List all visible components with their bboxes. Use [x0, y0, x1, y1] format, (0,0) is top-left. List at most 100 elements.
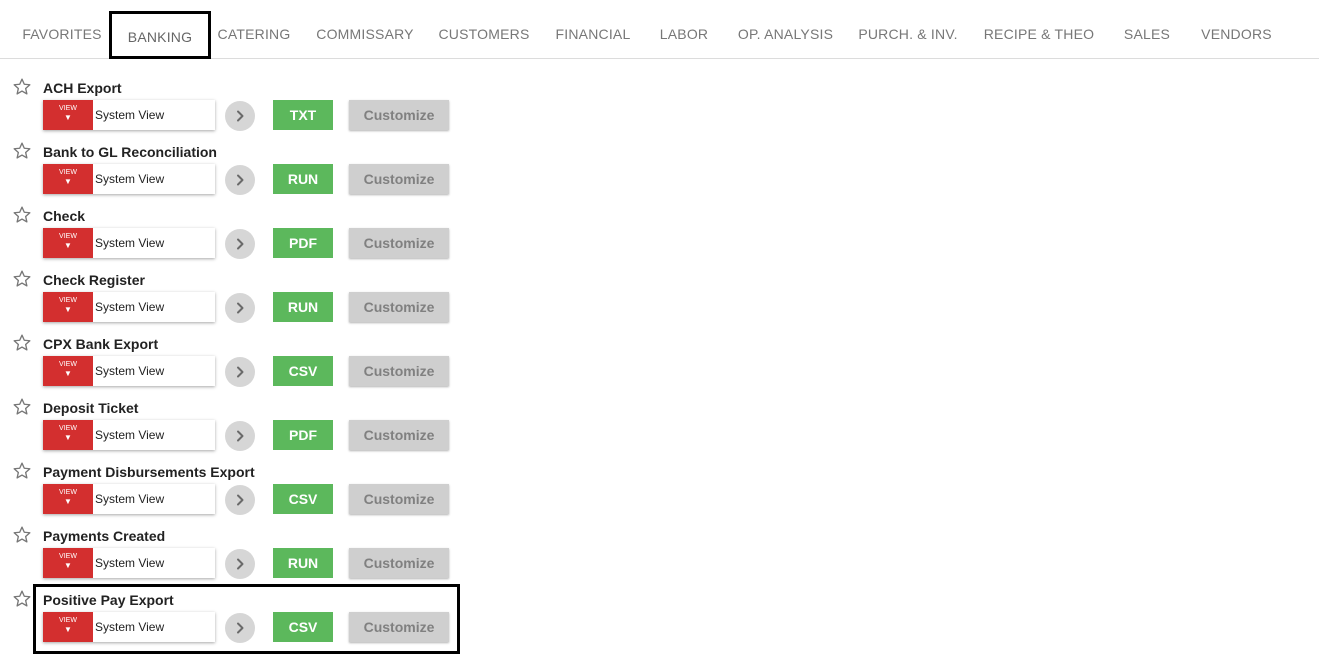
- report-row: CPX Bank Export VIEW ▼ System View CSV Custom…: [0, 333, 700, 399]
- report-row: ACH Export VIEW ▼ System View TXT Customize: [0, 77, 700, 143]
- go-button[interactable]: [225, 101, 255, 131]
- customize-button[interactable]: Customize: [349, 100, 449, 130]
- tab-vendors[interactable]: VENDORS: [1193, 10, 1280, 58]
- run-format-button[interactable]: CSV: [273, 356, 333, 386]
- view-select[interactable]: System View: [93, 100, 215, 130]
- report-title: Payment Disbursements Export: [43, 464, 255, 480]
- go-button[interactable]: [225, 293, 255, 323]
- view-dropdown-button[interactable]: VIEW ▼: [43, 164, 93, 194]
- view-button-label: VIEW: [59, 361, 77, 368]
- star-icon[interactable]: [12, 269, 32, 289]
- view-dropdown-button[interactable]: VIEW ▼: [43, 228, 93, 258]
- caret-down-icon: ▼: [64, 113, 72, 122]
- star-icon[interactable]: [12, 77, 32, 97]
- report-title: Deposit Ticket: [43, 400, 139, 416]
- run-format-button[interactable]: RUN: [273, 548, 333, 578]
- star-icon[interactable]: [12, 397, 32, 417]
- tab-banking[interactable]: BANKING: [109, 11, 211, 59]
- view-dropdown-button[interactable]: VIEW ▼: [43, 292, 93, 322]
- tab-catering[interactable]: CATERING: [211, 10, 297, 58]
- view-button-label: VIEW: [59, 553, 77, 560]
- view-button-label: VIEW: [59, 425, 77, 432]
- view-button-label: VIEW: [59, 489, 77, 496]
- customize-button[interactable]: Customize: [349, 420, 449, 450]
- star-icon[interactable]: [12, 461, 32, 481]
- report-row: Deposit Ticket VIEW ▼ System View PDF Customi…: [0, 397, 700, 463]
- view-selector: VIEW ▼ System View: [43, 548, 215, 578]
- run-format-button[interactable]: TXT: [273, 100, 333, 130]
- customize-button[interactable]: Customize: [349, 484, 449, 514]
- view-select[interactable]: System View: [93, 292, 215, 322]
- view-button-label: VIEW: [59, 169, 77, 176]
- view-selector: VIEW ▼ System View: [43, 100, 215, 130]
- star-icon[interactable]: [12, 205, 32, 225]
- view-select[interactable]: System View: [93, 164, 215, 194]
- run-format-button[interactable]: PDF: [273, 228, 333, 258]
- report-title: ACH Export: [43, 80, 122, 96]
- report-row: Payment Disbursements Export VIEW ▼ System …: [0, 461, 700, 527]
- customize-button[interactable]: Customize: [349, 228, 449, 258]
- run-format-button[interactable]: RUN: [273, 164, 333, 194]
- view-dropdown-button[interactable]: VIEW ▼: [43, 548, 93, 578]
- report-row: Check Register VIEW ▼ System View RUN Customi…: [0, 269, 700, 335]
- caret-down-icon: ▼: [64, 241, 72, 250]
- go-button[interactable]: [225, 357, 255, 387]
- report-title: Check Register: [43, 272, 145, 288]
- tab-op-analysis[interactable]: OP. ANALYSIS: [729, 10, 842, 58]
- star-icon[interactable]: [12, 589, 32, 609]
- report-title: CPX Bank Export: [43, 336, 159, 352]
- go-button[interactable]: [225, 165, 255, 195]
- star-icon[interactable]: [12, 525, 32, 545]
- customize-button[interactable]: Customize: [349, 292, 449, 322]
- view-select[interactable]: System View: [93, 484, 215, 514]
- run-format-button[interactable]: CSV: [273, 484, 333, 514]
- view-select[interactable]: System View: [93, 420, 215, 450]
- caret-down-icon: ▼: [64, 305, 72, 314]
- go-button[interactable]: [225, 549, 255, 579]
- report-title: Bank to GL Reconciliation: [43, 144, 217, 160]
- report-title: Check: [43, 208, 86, 224]
- report-category-nav: FAVORITES BANKING CATERING COMMISSARY CU…: [0, 0, 1319, 59]
- view-select[interactable]: System View: [93, 356, 215, 386]
- customize-button[interactable]: Customize: [349, 356, 449, 386]
- tab-labor[interactable]: LABOR: [651, 10, 717, 58]
- view-selector: VIEW ▼ System View: [43, 164, 215, 194]
- caret-down-icon: ▼: [64, 561, 72, 570]
- report-row: Payments Created VIEW ▼ System View RUN Custo…: [0, 525, 700, 591]
- star-icon[interactable]: [12, 333, 32, 353]
- tab-sales[interactable]: SALES: [1116, 10, 1178, 58]
- view-dropdown-button[interactable]: VIEW ▼: [43, 356, 93, 386]
- view-selector: VIEW ▼ System View: [43, 356, 215, 386]
- tab-recipe-theo[interactable]: RECIPE & THEO: [975, 10, 1103, 58]
- view-dropdown-button[interactable]: VIEW ▼: [43, 100, 93, 130]
- view-dropdown-button[interactable]: VIEW ▼: [43, 484, 93, 514]
- view-select[interactable]: System View: [93, 228, 215, 258]
- tab-commissary[interactable]: COMMISSARY: [305, 10, 425, 58]
- go-button[interactable]: [225, 485, 255, 515]
- report-title: Payments Created: [43, 528, 166, 544]
- view-select[interactable]: System View: [93, 548, 215, 578]
- run-format-button[interactable]: PDF: [273, 420, 333, 450]
- view-button-label: VIEW: [59, 105, 77, 112]
- star-icon[interactable]: [12, 141, 32, 161]
- report-row: Bank to GL Reconciliation VIEW ▼ System Vie…: [0, 141, 700, 207]
- customize-button[interactable]: Customize: [349, 164, 449, 194]
- run-format-button[interactable]: RUN: [273, 292, 333, 322]
- view-button-label: VIEW: [59, 297, 77, 304]
- view-selector: VIEW ▼ System View: [43, 292, 215, 322]
- tab-purch-inv[interactable]: PURCH. & INV.: [852, 10, 964, 58]
- view-selector: VIEW ▼ System View: [43, 228, 215, 258]
- customize-button[interactable]: Customize: [349, 548, 449, 578]
- report-row: Check VIEW ▼ System View PDF Customize: [0, 205, 700, 271]
- view-selector: VIEW ▼ System View: [43, 484, 215, 514]
- tab-financial[interactable]: FINANCIAL: [547, 10, 639, 58]
- tab-customers[interactable]: CUSTOMERS: [430, 10, 538, 58]
- view-button-label: VIEW: [59, 233, 77, 240]
- go-button[interactable]: [225, 229, 255, 259]
- caret-down-icon: ▼: [64, 177, 72, 186]
- tab-favorites[interactable]: FAVORITES: [14, 10, 110, 58]
- selected-report-highlight: [33, 584, 460, 654]
- caret-down-icon: ▼: [64, 497, 72, 506]
- view-dropdown-button[interactable]: VIEW ▼: [43, 420, 93, 450]
- go-button[interactable]: [225, 421, 255, 451]
